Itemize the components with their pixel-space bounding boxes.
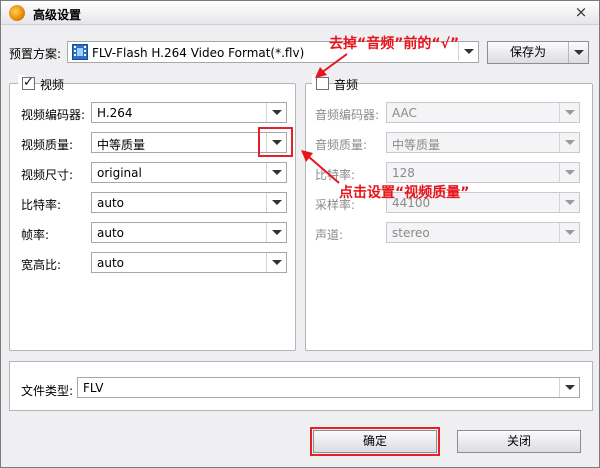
chevron-down-icon[interactable]	[266, 193, 286, 212]
preset-label: 预置方案:	[9, 47, 62, 61]
video-field-label: 比特率:	[21, 198, 62, 212]
file-type-select[interactable]: FLV	[77, 377, 580, 398]
save-as-label: 保存为	[509, 45, 546, 59]
file-type-value: FLV	[83, 381, 104, 395]
audio-field-label: 音频编码器:	[315, 108, 380, 122]
chevron-down-icon[interactable]	[266, 223, 286, 242]
chevron-down-icon[interactable]	[458, 42, 478, 61]
file-type-label: 文件类型:	[21, 384, 74, 398]
video-field-label: 帧率:	[21, 228, 50, 242]
chevron-down-icon[interactable]	[559, 103, 579, 122]
video-encoder-value: H.264	[97, 106, 133, 120]
video-quality-value: 中等质量	[97, 138, 146, 152]
audio-encoder-select[interactable]: AAC	[386, 102, 580, 123]
video-group-header: 视频	[18, 75, 64, 93]
audio-field-label: 声道:	[315, 228, 344, 242]
video-aspect-value: auto	[97, 256, 125, 270]
video-group: 视频	[9, 75, 296, 351]
chevron-down-icon[interactable]	[568, 42, 588, 63]
audio-quality-value: 中等质量	[392, 138, 441, 152]
video-field-label: 宽高比:	[21, 258, 62, 272]
audio-channels-value: stereo	[392, 226, 430, 240]
chevron-down-icon[interactable]	[266, 253, 286, 272]
film-icon	[72, 44, 88, 60]
arrow-icon	[301, 150, 340, 184]
video-framerate-select[interactable]: auto	[91, 222, 287, 243]
video-field-label: 视频质量:	[21, 138, 74, 152]
video-encoder-select[interactable]: H.264	[91, 102, 287, 123]
chevron-down-icon[interactable]	[559, 163, 579, 182]
advanced-settings-dialog: 高级设置 × 预置方案: FLV-Flash H.264 Video Forma…	[0, 0, 600, 468]
video-checkbox[interactable]	[22, 75, 35, 90]
video-field-label: 视频尺寸:	[21, 168, 74, 182]
audio-quality-select[interactable]: 中等质量	[386, 132, 580, 153]
audio-group: 音频	[305, 75, 593, 351]
highlight-box	[310, 427, 440, 456]
highlight-box	[258, 127, 293, 157]
video-bitrate-select[interactable]: auto	[91, 192, 287, 213]
video-framerate-value: auto	[97, 226, 125, 240]
save-as-button[interactable]: 保存为	[487, 41, 589, 64]
arrow-icon	[315, 53, 348, 78]
app-icon	[9, 5, 25, 21]
chevron-down-icon[interactable]	[559, 133, 579, 152]
video-aspect-select[interactable]: auto	[91, 252, 287, 273]
annotation-uncheck-audio: 去掉“音频”前的“√”	[329, 36, 460, 52]
audio-bitrate-select[interactable]: 128	[386, 162, 580, 183]
audio-bitrate-value: 128	[392, 166, 415, 180]
chevron-down-icon[interactable]	[559, 223, 579, 242]
chevron-down-icon[interactable]	[266, 163, 286, 182]
chevron-down-icon[interactable]	[559, 193, 579, 212]
audio-encoder-value: AAC	[392, 106, 417, 120]
close-icon[interactable]: ×	[573, 4, 589, 20]
video-field-label: 视频编码器:	[21, 108, 86, 122]
close-button[interactable]: 关闭	[457, 430, 581, 453]
title-bar: 高级设置 ×	[1, 1, 599, 25]
chevron-down-icon[interactable]	[559, 378, 579, 397]
annotation-set-video-quality: 点击设置“视频质量”	[339, 185, 470, 201]
video-size-value: original	[97, 166, 142, 180]
window-title: 高级设置	[33, 8, 82, 22]
audio-channels-select[interactable]: stereo	[386, 222, 580, 243]
video-bitrate-value: auto	[97, 196, 125, 210]
video-size-select[interactable]: original	[91, 162, 287, 183]
preset-value: FLV-Flash H.264 Video Format(*.flv)	[92, 46, 305, 60]
video-group-title: 视频	[40, 78, 65, 92]
chevron-down-icon[interactable]	[266, 103, 286, 122]
